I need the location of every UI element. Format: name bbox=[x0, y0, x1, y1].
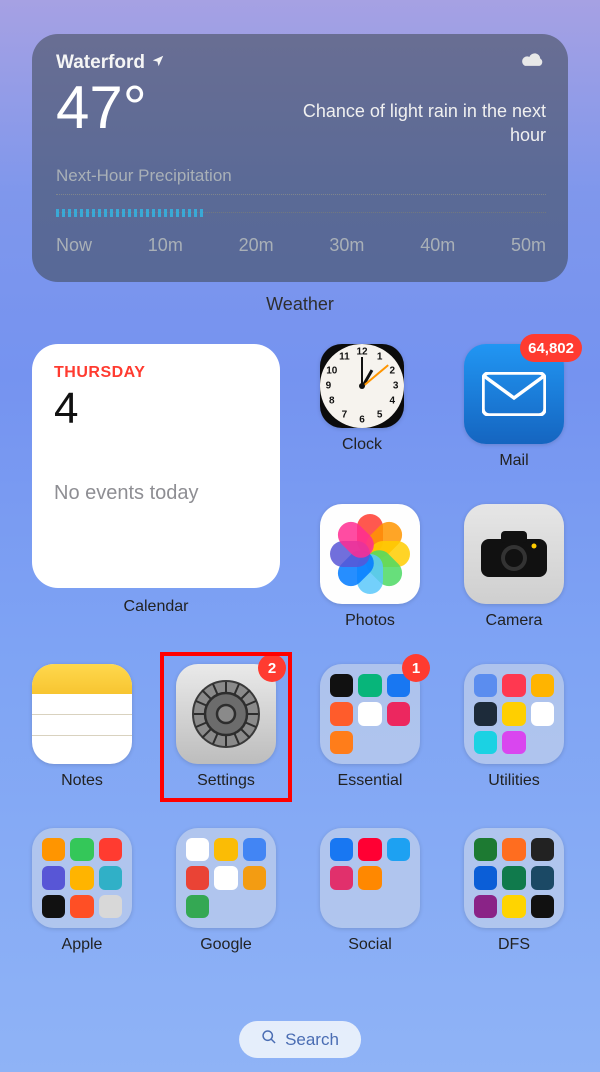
weather-location: Waterford bbox=[56, 52, 145, 74]
mail-app-icon[interactable]: 64,802 bbox=[464, 344, 564, 444]
camera-app-label: Camera bbox=[486, 612, 543, 630]
utilities-folder-icon[interactable] bbox=[464, 664, 564, 764]
calendar-day-number: 4 bbox=[54, 384, 258, 434]
timeline-40m: 40m bbox=[420, 235, 455, 256]
cloud-icon bbox=[520, 52, 546, 75]
highlight-box bbox=[160, 652, 292, 802]
timeline-30m: 30m bbox=[329, 235, 364, 256]
weather-widget-label: Weather bbox=[0, 294, 600, 315]
photos-app-icon[interactable] bbox=[320, 504, 420, 604]
precipitation-bar bbox=[56, 209, 546, 217]
social-folder-icon[interactable] bbox=[320, 828, 420, 928]
clock-app-icon[interactable]: 12 1 2 3 4 5 6 7 8 9 10 11 bbox=[320, 344, 404, 428]
weather-temperature: 47° bbox=[56, 78, 165, 138]
search-button[interactable]: Search bbox=[239, 1021, 361, 1058]
photos-app-label: Photos bbox=[345, 612, 395, 630]
dfs-folder-icon[interactable] bbox=[464, 828, 564, 928]
timeline-now: Now bbox=[56, 235, 92, 256]
search-label: Search bbox=[285, 1030, 339, 1050]
mail-badge: 64,802 bbox=[520, 334, 582, 362]
camera-app-icon[interactable] bbox=[464, 504, 564, 604]
essential-badge: 1 bbox=[402, 654, 430, 682]
location-arrow-icon bbox=[151, 52, 165, 74]
weather-forecast-text: Chance of light rain in the next hour bbox=[286, 99, 546, 148]
timeline-50m: 50m bbox=[511, 235, 546, 256]
calendar-events-text: No events today bbox=[54, 482, 258, 505]
timeline-10m: 10m bbox=[148, 235, 183, 256]
apple-folder-icon[interactable] bbox=[32, 828, 132, 928]
calendar-widget-label: Calendar bbox=[32, 598, 280, 616]
social-folder-label: Social bbox=[348, 936, 392, 954]
dfs-folder-label: DFS bbox=[498, 936, 530, 954]
utilities-folder-label: Utilities bbox=[488, 772, 540, 790]
google-folder-icon[interactable] bbox=[176, 828, 276, 928]
calendar-widget[interactable]: THURSDAY 4 No events today bbox=[32, 344, 280, 588]
search-icon bbox=[261, 1029, 277, 1050]
precipitation-label: Next-Hour Precipitation bbox=[56, 166, 546, 186]
calendar-day-name: THURSDAY bbox=[54, 364, 258, 382]
google-folder-label: Google bbox=[200, 936, 252, 954]
essential-folder-label: Essential bbox=[338, 772, 403, 790]
precipitation-timeline: Now 10m 20m 30m 40m 50m bbox=[56, 235, 546, 256]
apple-folder-label: Apple bbox=[62, 936, 103, 954]
timeline-20m: 20m bbox=[239, 235, 274, 256]
notes-app-icon[interactable] bbox=[32, 664, 132, 764]
notes-app-label: Notes bbox=[61, 772, 103, 790]
essential-folder-icon[interactable]: 1 bbox=[320, 664, 420, 764]
mail-app-label: Mail bbox=[499, 452, 528, 470]
clock-app-label: Clock bbox=[342, 436, 382, 454]
weather-widget[interactable]: Waterford 47° Chance of light rain in th… bbox=[32, 34, 568, 282]
